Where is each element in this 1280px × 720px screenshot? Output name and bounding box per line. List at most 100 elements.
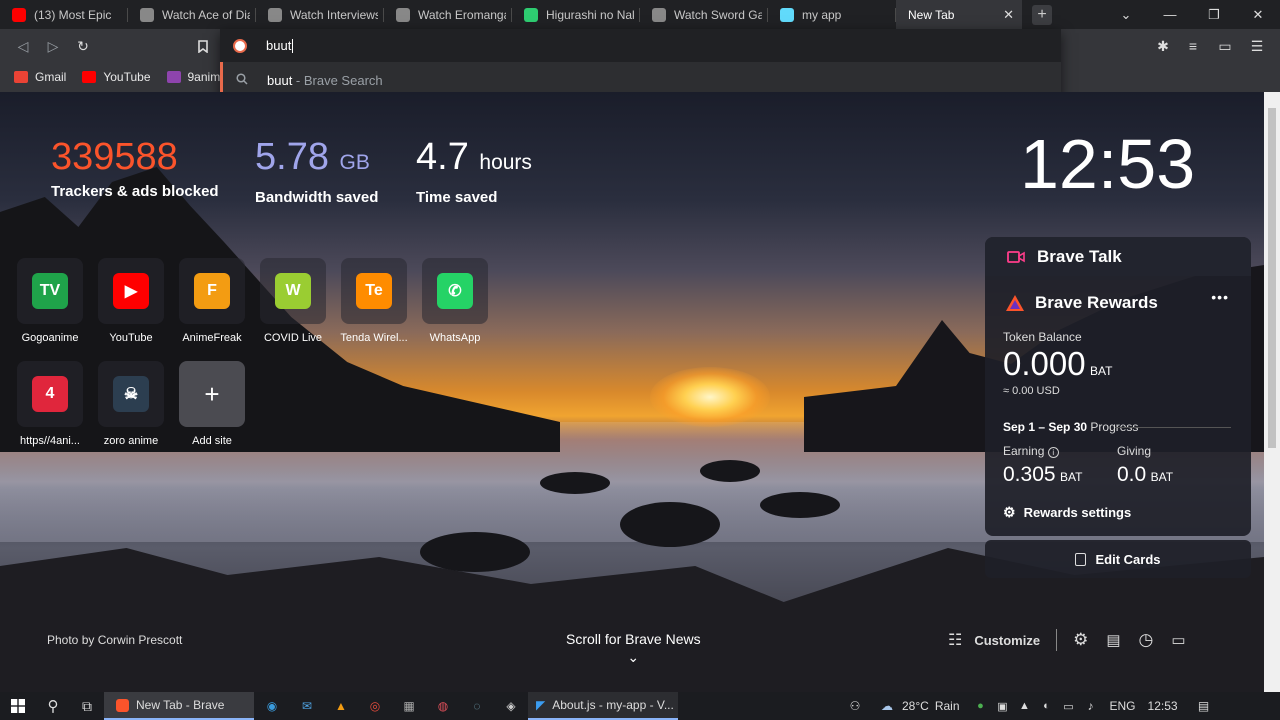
bookmark-icon[interactable] (193, 36, 213, 56)
app-icon[interactable]: ◌ (460, 692, 494, 720)
bookmark-item[interactable]: 9anime (166, 70, 227, 84)
bookmark-label: YouTube (103, 70, 151, 84)
back-icon[interactable]: ◁ (13, 36, 33, 56)
top-site-tile[interactable]: + Add site (172, 361, 252, 447)
weather-desc[interactable]: Rain (935, 692, 960, 720)
task-view-icon[interactable]: ⧉ (70, 692, 104, 720)
menu-icon[interactable]: ☰ (1247, 36, 1267, 56)
taskbar-vscode[interactable]: ◤ About.js - my-app - V... (528, 692, 678, 720)
screen: New Tab ✕ + (13) Most Epic Watch Ace of D… (0, 0, 1280, 720)
weather-temp[interactable]: 28°C (902, 692, 929, 720)
top-site-tile[interactable]: W COVID Live (253, 258, 333, 344)
customize-icon[interactable]: ☷ (948, 630, 962, 650)
bookmarks-icon[interactable]: ▤ (1106, 631, 1120, 649)
volume-icon[interactable]: ♪ (1080, 692, 1102, 720)
network-icon[interactable]: ▭ (1058, 692, 1080, 720)
opera-icon[interactable]: ◎ (358, 692, 392, 720)
scrollbar-thumb[interactable] (1268, 108, 1276, 448)
people-icon[interactable]: ⚇ (838, 692, 872, 720)
tab[interactable]: Higurashi no Naku (512, 0, 640, 29)
customize-button[interactable]: Customize (974, 633, 1040, 648)
scroll-for-news[interactable]: Scroll for Brave News ⌄ (566, 631, 701, 666)
playlist-icon[interactable]: ≡ (1183, 36, 1203, 56)
brave-icon (116, 698, 129, 712)
tray-icon[interactable]: ● (970, 692, 992, 720)
tab[interactable]: Watch Interviews V (256, 0, 384, 29)
photo-credit[interactable]: Photo by Corwin Prescott (47, 633, 182, 647)
top-site-tile[interactable]: ☠ zoro anime (91, 361, 171, 447)
tab-search-icon[interactable]: ⌄ (1104, 7, 1148, 23)
bookmark-label: Gmail (35, 70, 67, 84)
scrollbar[interactable] (1264, 92, 1280, 692)
language-indicator[interactable]: ENG (1110, 692, 1136, 720)
omnibox-input[interactable]: buut (266, 38, 294, 54)
site-icon: ▶ (98, 258, 164, 324)
rewards-settings-link[interactable]: ⚙ Rewards settings (1003, 504, 1131, 521)
maximize-button[interactable]: ❐ (1192, 7, 1236, 23)
minimize-button[interactable]: — (1148, 7, 1192, 22)
top-site-tile[interactable]: 4 https//4ani... (10, 361, 90, 447)
brave-talk-icon[interactable]: ▭ (1171, 631, 1185, 649)
notifications-icon[interactable]: ▤ (1192, 692, 1216, 720)
tab[interactable]: Watch Eromanga S (384, 0, 512, 29)
bookmark-item[interactable]: YouTube (82, 70, 151, 84)
start-icon[interactable] (0, 692, 36, 720)
brave-talk-card[interactable]: Brave Talk (985, 237, 1251, 276)
rock (760, 492, 840, 518)
chrome-icon[interactable]: ◍ (426, 692, 460, 720)
site-icon: ✆ (422, 258, 488, 324)
tab[interactable]: (13) Most Epic (0, 0, 128, 29)
tab[interactable]: my app (768, 0, 896, 29)
tray-icon[interactable]: ▣ (992, 692, 1014, 720)
wallet-icon[interactable]: ▭ (1215, 36, 1235, 56)
calculator-icon[interactable]: ▦ (392, 692, 426, 720)
site-label: YouTube (109, 332, 153, 344)
edit-cards-button[interactable]: Edit Cards (985, 540, 1251, 578)
shield-icon (524, 7, 538, 22)
tab-new-tab[interactable]: New Tab ✕ (896, 0, 1022, 29)
brave-rewards-card: Brave Rewards ••• Token Balance 0.000 BA… (985, 237, 1251, 536)
extensions-icon[interactable]: ✱ (1153, 36, 1173, 56)
site-glyph: F (194, 273, 230, 309)
rewards-header: Brave Rewards (1005, 293, 1158, 313)
bookmark-icon (166, 71, 181, 83)
app-icon[interactable]: ◈ (494, 692, 528, 720)
reload-icon[interactable]: ↻ (73, 36, 93, 56)
top-site-tile[interactable]: F AnimeFreak (172, 258, 252, 344)
tab[interactable]: Watch Ace of Diam (128, 0, 256, 29)
tray-icon[interactable]: ◐ (1036, 692, 1058, 720)
taskbar-brave[interactable]: New Tab - Brave (104, 692, 254, 720)
site-glyph: Te (356, 273, 392, 309)
forward-icon[interactable]: ▷ (43, 36, 63, 56)
history-icon[interactable]: ◷ (1139, 630, 1154, 650)
taskbar-clock[interactable]: 12:53 (1148, 692, 1178, 720)
bookmark-icon (14, 71, 28, 83)
info-icon[interactable]: i (1047, 447, 1059, 458)
top-site-tile[interactable]: Te Tenda Wirel... (334, 258, 414, 344)
bookmark-item[interactable]: Gmail (14, 70, 66, 84)
clock: 12:53 (1020, 125, 1196, 203)
new-tab-button[interactable]: + (1032, 4, 1052, 25)
tab[interactable]: Watch Sword Gai T (640, 0, 768, 29)
tab-title: Watch Interviews V (290, 7, 378, 22)
omnibox-input-row[interactable]: buut (220, 29, 1061, 62)
rewards-triangle-icon (1006, 295, 1024, 311)
rewards-menu-icon[interactable]: ••• (1211, 289, 1229, 305)
token-balance-label: Token Balance (1003, 330, 1082, 344)
search-icon[interactable]: ⚲ (36, 692, 70, 720)
settings-icon[interactable]: ⚙ (1073, 630, 1088, 650)
top-site-tile[interactable]: TV Gogoanime (10, 258, 90, 344)
mail-icon[interactable]: ✉ (290, 692, 324, 720)
top-site-tile[interactable]: ✆ WhatsApp (415, 258, 495, 344)
site-label: WhatsApp (429, 332, 481, 344)
close-icon[interactable]: ✕ (1003, 7, 1014, 23)
tray-icon[interactable]: ▲ (1014, 692, 1036, 720)
edge-icon[interactable]: ◉ (254, 692, 290, 720)
vlc-icon[interactable]: ▲ (324, 692, 358, 720)
site-label: https//4ani... (20, 435, 80, 447)
window-controls: ⌄ — ❐ ✕ (1104, 0, 1280, 29)
close-window-button[interactable]: ✕ (1236, 7, 1280, 23)
top-site-tile[interactable]: ▶ YouTube (91, 258, 171, 344)
earning-label: Earning i (1003, 444, 1059, 458)
sunset-glow (650, 367, 770, 427)
